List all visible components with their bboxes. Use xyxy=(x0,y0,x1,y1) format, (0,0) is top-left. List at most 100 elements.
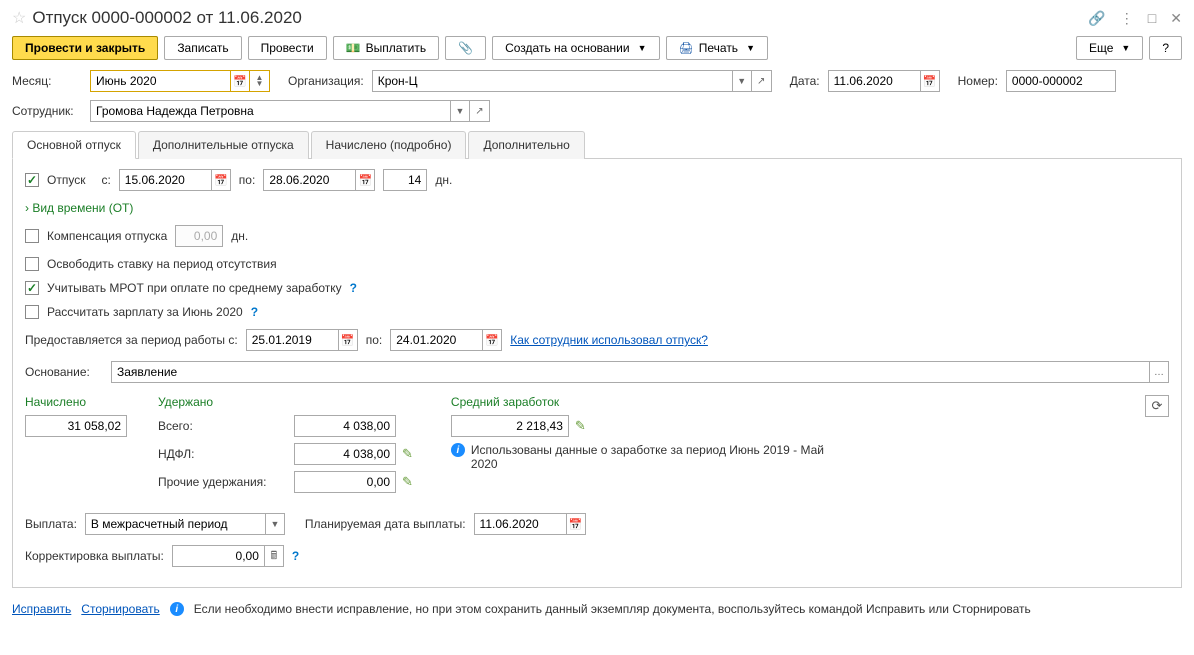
payment-select[interactable] xyxy=(85,513,265,535)
pay-button[interactable]: 💵 Выплатить xyxy=(333,36,439,60)
help-icon[interactable]: ? xyxy=(350,281,357,295)
payment-label: Выплата: xyxy=(25,517,77,531)
printer-icon: 🖨 xyxy=(679,41,694,55)
other-value[interactable] xyxy=(294,471,396,493)
payment-select-group[interactable]: ▼ xyxy=(85,513,285,535)
period-to-input[interactable] xyxy=(390,329,482,351)
more-button[interactable]: Еще ▼ xyxy=(1076,36,1143,60)
ndfl-label: НДФЛ: xyxy=(158,447,288,461)
correct-link[interactable]: Исправить xyxy=(12,602,71,616)
dropdown-icon[interactable]: ▼ xyxy=(265,513,285,535)
help-icon[interactable]: ? xyxy=(292,549,299,563)
info-icon: i xyxy=(170,602,184,616)
employee-input[interactable] xyxy=(90,100,450,122)
dropdown-icon[interactable]: ▼ xyxy=(732,70,752,92)
refresh-button[interactable]: ⟳ xyxy=(1145,395,1169,417)
edit-pencil-icon[interactable]: ✎ xyxy=(575,418,586,434)
tab-additional-vacation[interactable]: Дополнительные отпуска xyxy=(138,131,309,159)
calc-salary-checkbox[interactable] xyxy=(25,305,39,319)
days-input[interactable] xyxy=(383,169,427,191)
period-from-group[interactable]: 📅 xyxy=(246,329,358,351)
days-unit: дн. xyxy=(435,173,452,187)
maximize-icon[interactable]: □ xyxy=(1148,10,1156,26)
date-input-group[interactable]: 📅 xyxy=(828,70,940,92)
other-label: Прочие удержания: xyxy=(158,475,288,489)
tab-main-vacation[interactable]: Основной отпуск xyxy=(12,131,136,159)
calendar-icon[interactable]: 📅 xyxy=(230,70,250,92)
avg-earnings-value[interactable] xyxy=(451,415,569,437)
edit-pencil-icon[interactable]: ✎ xyxy=(402,446,413,462)
help-button[interactable]: ? xyxy=(1149,36,1182,60)
close-icon[interactable]: ✕ xyxy=(1170,10,1182,27)
favorite-star-icon[interactable]: ☆ xyxy=(12,8,26,28)
vacation-usage-link[interactable]: Как сотрудник использовал отпуск? xyxy=(510,333,708,347)
planned-date-group[interactable]: 📅 xyxy=(474,513,586,535)
tab-extra[interactable]: Дополнительно xyxy=(468,131,584,159)
print-button[interactable]: 🖨 Печать ▼ xyxy=(666,36,768,60)
calendar-icon[interactable]: 📅 xyxy=(482,329,502,351)
planned-date-input[interactable] xyxy=(474,513,566,535)
calendar-icon[interactable]: 📅 xyxy=(338,329,358,351)
attach-button[interactable]: 📎 xyxy=(445,36,486,60)
from-date-group[interactable]: 📅 xyxy=(119,169,231,191)
calendar-icon[interactable]: 📅 xyxy=(355,169,375,191)
correction-input[interactable] xyxy=(172,545,264,567)
vacation-label: Отпуск xyxy=(47,173,85,187)
number-input[interactable] xyxy=(1006,70,1116,92)
basis-input[interactable] xyxy=(111,361,1149,383)
paperclip-icon: 📎 xyxy=(458,41,473,55)
chevron-down-icon: ▼ xyxy=(1121,43,1130,53)
compensation-input[interactable] xyxy=(175,225,223,247)
release-rate-checkbox[interactable] xyxy=(25,257,39,271)
edit-pencil-icon[interactable]: ✎ xyxy=(402,474,413,490)
kebab-menu-icon[interactable]: ⋮ xyxy=(1120,10,1134,27)
accrued-value[interactable] xyxy=(25,415,127,437)
earnings-info-text: Использованы данные о заработке за перио… xyxy=(471,443,831,471)
ndfl-value[interactable] xyxy=(294,443,396,465)
month-input-group[interactable]: 📅 ▲▼ xyxy=(90,70,270,92)
footer-hint: Если необходимо внести исправление, но п… xyxy=(194,602,1031,616)
mrot-checkbox[interactable] xyxy=(25,281,39,295)
write-button[interactable]: Записать xyxy=(164,36,241,60)
compensation-checkbox[interactable] xyxy=(25,229,39,243)
post-button[interactable]: Провести xyxy=(248,36,327,60)
release-rate-label: Освободить ставку на период отсутствия xyxy=(47,257,277,271)
org-input-group[interactable]: ▼ ↗ xyxy=(372,70,772,92)
correction-input-group[interactable]: 🖩 xyxy=(172,545,284,567)
dropdown-icon[interactable]: ▼ xyxy=(450,100,470,122)
calendar-icon[interactable]: 📅 xyxy=(566,513,586,535)
help-icon[interactable]: ? xyxy=(251,305,258,319)
from-date-input[interactable] xyxy=(119,169,211,191)
basis-input-group[interactable]: … xyxy=(111,361,1169,383)
info-icon: i xyxy=(451,443,465,457)
avg-earnings-header: Средний заработок xyxy=(451,395,831,409)
calculator-icon[interactable]: 🖩 xyxy=(264,545,284,567)
period-to-group[interactable]: 📅 xyxy=(390,329,502,351)
employee-input-group[interactable]: ▼ ↗ xyxy=(90,100,490,122)
org-input[interactable] xyxy=(372,70,732,92)
date-input[interactable] xyxy=(828,70,920,92)
create-based-button[interactable]: Создать на основании ▼ xyxy=(492,36,659,60)
to-date-group[interactable]: 📅 xyxy=(263,169,375,191)
month-input[interactable] xyxy=(90,70,230,92)
open-icon[interactable]: ↗ xyxy=(470,100,490,122)
calc-salary-label: Рассчитать зарплату за Июнь 2020 xyxy=(47,305,243,319)
vacation-checkbox[interactable] xyxy=(25,173,39,187)
planned-date-label: Планируемая дата выплаты: xyxy=(305,517,466,531)
open-icon[interactable]: ↗ xyxy=(752,70,772,92)
to-date-input[interactable] xyxy=(263,169,355,191)
total-label: Всего: xyxy=(158,419,288,433)
reverse-link[interactable]: Сторнировать xyxy=(81,602,159,616)
post-and-close-button[interactable]: Провести и закрыть xyxy=(12,36,158,60)
calendar-icon[interactable]: 📅 xyxy=(920,70,940,92)
total-value[interactable] xyxy=(294,415,396,437)
tab-accrued-detail[interactable]: Начислено (подробно) xyxy=(311,131,467,159)
spinner-icon[interactable]: ▲▼ xyxy=(250,70,270,92)
date-label: Дата: xyxy=(790,74,820,88)
calendar-icon[interactable]: 📅 xyxy=(211,169,231,191)
ellipsis-icon[interactable]: … xyxy=(1149,361,1169,383)
link-icon[interactable]: 🔗 xyxy=(1088,10,1105,27)
number-label: Номер: xyxy=(958,74,998,88)
period-from-input[interactable] xyxy=(246,329,338,351)
time-type-toggle[interactable]: › Вид времени (ОТ) xyxy=(25,201,133,215)
